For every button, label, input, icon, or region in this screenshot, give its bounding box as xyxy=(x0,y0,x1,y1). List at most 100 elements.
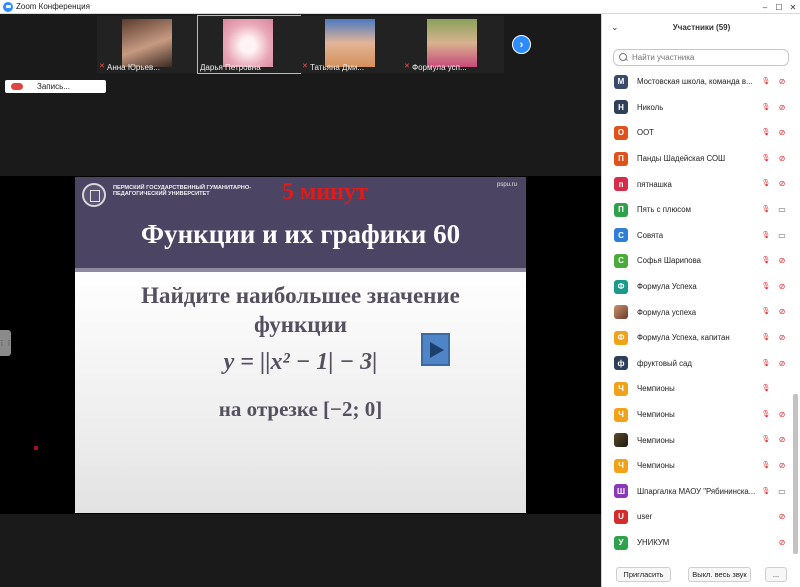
participant-row[interactable]: Ч Чемпионы 🎙 ⊘ xyxy=(602,453,793,479)
camera-off-icon[interactable]: ⊘ xyxy=(777,333,787,342)
maximize-button[interactable]: ☐ xyxy=(772,0,786,14)
camera-off-icon[interactable]: ⊘ xyxy=(777,179,787,188)
camera-off-icon[interactable]: ⊘ xyxy=(777,307,787,316)
window-title: Zoom Конференция xyxy=(16,2,90,11)
camera-off-icon[interactable]: ⊘ xyxy=(777,512,787,521)
mic-muted-icon[interactable]: 🎙 xyxy=(761,77,771,86)
camera-off-icon[interactable]: ⊘ xyxy=(777,282,787,291)
chevron-right-icon[interactable]: › xyxy=(512,35,531,54)
camera-off-icon[interactable]: ⊘ xyxy=(777,538,787,547)
participant-name: Шпаргалка МАОУ "Рябининска... xyxy=(637,486,756,496)
participant-name: Формула успеха xyxy=(637,307,697,317)
video-thumbnail-active[interactable]: Дарья Петровна xyxy=(197,15,301,74)
participant-row[interactable]: Uuser ⊘ xyxy=(602,504,793,530)
mic-muted-icon[interactable]: 🎙 xyxy=(761,154,771,163)
participant-name: Чемпионы xyxy=(637,410,675,420)
mic-muted-icon: ✕ xyxy=(99,63,105,70)
participant-avatar: М xyxy=(614,74,628,89)
mic-muted-icon[interactable]: 🎙 xyxy=(761,307,771,316)
participant-row[interactable]: У УНИКУМ ⊘ xyxy=(602,530,793,556)
participant-row[interactable]: П Пять с плюсом 🎙 ▭ xyxy=(602,197,793,223)
list-scrollbar[interactable] xyxy=(793,394,798,554)
mic-muted-icon[interactable]: 🎙 xyxy=(761,282,771,291)
participant-row[interactable]: П Панды Шадейская СОШ 🎙 ⊘ xyxy=(602,146,793,172)
participant-row[interactable]: Ф Формула Успеха, капитан 🎙 ⊘ xyxy=(602,325,793,351)
mic-muted-icon[interactable]: 🎙 xyxy=(761,205,771,214)
participant-row[interactable]: Ч Чемпионы 🎙 xyxy=(602,376,793,402)
slide-site: pspu.ru xyxy=(497,182,518,188)
cursor-mark xyxy=(34,446,38,450)
participant-row[interactable]: Ф Формула Успеха 🎙 ⊘ xyxy=(602,274,793,300)
participant-name: Мостовская школа, команда в... xyxy=(637,77,753,87)
participant-row[interactable]: п пятнашка 🎙 ⊘ xyxy=(602,171,793,197)
participant-name: Чемпионы xyxy=(637,435,675,445)
mic-muted-icon[interactable]: 🎙 xyxy=(761,333,771,342)
camera-off-icon[interactable]: ⊘ xyxy=(777,128,787,137)
meeting-stage: ✕ Анна Юрьев... Дарья Петровна ✕ Татьяна… xyxy=(0,14,601,587)
camera-off-icon[interactable]: ⊘ xyxy=(777,410,787,419)
thumbnail-name: Дарья Петровна xyxy=(200,62,261,72)
camera-icon[interactable]: ▭ xyxy=(777,231,787,240)
title-bar: Zoom Конференция – ☐ ✕ xyxy=(0,0,800,14)
participant-name: Софья Шарипова xyxy=(637,256,701,266)
camera-off-icon[interactable]: ⊘ xyxy=(777,461,787,470)
camera-icon[interactable]: ▭ xyxy=(777,487,787,496)
thumbnail-label: ✕ Формула усп... xyxy=(404,62,502,72)
video-thumbnail[interactable]: ✕ Татьяна Дми... xyxy=(300,16,402,73)
camera-off-icon[interactable]: ⊘ xyxy=(777,359,787,368)
participant-name: Николь xyxy=(637,102,664,112)
video-thumbnail[interactable]: ✕ Анна Юрьев... xyxy=(97,16,199,73)
participant-search[interactable] xyxy=(613,49,789,66)
participant-avatar: Ф xyxy=(614,330,628,345)
participant-list[interactable]: М Мостовская школа, команда в... 🎙 ⊘ Н Николь… xyxy=(602,69,793,557)
close-button[interactable]: ✕ xyxy=(786,0,800,14)
mute-all-button[interactable]: Выкл. весь звук xyxy=(688,567,751,582)
camera-off-icon[interactable]: ⊘ xyxy=(777,154,787,163)
mic-muted-icon[interactable]: 🎙 xyxy=(761,410,771,419)
participant-row[interactable]: М Мостовская школа, команда в... 🎙 ⊘ xyxy=(602,69,793,95)
mic-muted-icon[interactable]: 🎙 xyxy=(761,359,771,368)
participant-row[interactable]: С Совята 🎙 ▭ xyxy=(602,223,793,249)
more-button[interactable]: ... xyxy=(765,567,787,582)
mic-muted-icon[interactable]: 🎙 xyxy=(761,487,771,496)
university-logo-icon xyxy=(82,183,106,207)
participant-row[interactable]: Ш Шпаргалка МАОУ "Рябининска... 🎙 ▭ xyxy=(602,479,793,505)
mic-muted-icon[interactable]: 🎙 xyxy=(761,128,771,137)
invite-button[interactable]: Пригласить xyxy=(616,567,671,582)
slide-title: Функции и их графики 60 xyxy=(140,219,461,249)
mic-muted-icon[interactable]: 🎙 xyxy=(761,231,771,240)
mic-muted-icon[interactable]: 🎙 xyxy=(761,384,771,393)
slide-body: Найдите наибольшее значение функции y = … xyxy=(75,272,526,513)
mic-muted-icon[interactable]: 🎙 xyxy=(761,179,771,188)
participant-avatar: Ч xyxy=(614,381,628,396)
participant-row[interactable]: С Софья Шарипова 🎙 ⊘ xyxy=(602,248,793,274)
task-line-1: Найдите наибольшее значение xyxy=(141,283,460,308)
mic-muted-icon[interactable]: 🎙 xyxy=(761,461,771,470)
camera-off-icon[interactable]: ⊘ xyxy=(777,103,787,112)
minimize-button[interactable]: – xyxy=(758,0,772,14)
participant-row[interactable]: Н Николь 🎙 ⊘ xyxy=(602,95,793,121)
participant-video xyxy=(427,19,477,67)
zoom-window: Zoom Конференция – ☐ ✕ ✕ Анна Юрьев... Д… xyxy=(0,0,800,587)
mic-muted-icon[interactable]: 🎙 xyxy=(761,256,771,265)
mic-muted-icon[interactable]: 🎙 xyxy=(761,103,771,112)
panel-footer: Пригласить Выкл. весь звук ... xyxy=(602,563,800,587)
participant-row[interactable]: О ООТ 🎙 ⊘ xyxy=(602,120,793,146)
panel-handle[interactable]: ⋮⋮ xyxy=(0,330,13,356)
presentation-slide: Пермский государственный гуманитарно-пед… xyxy=(75,177,526,513)
camera-icon[interactable]: ▭ xyxy=(777,205,787,214)
mic-muted-icon[interactable]: 🎙 xyxy=(761,435,771,444)
camera-off-icon[interactable]: ⊘ xyxy=(777,77,787,86)
camera-off-icon[interactable]: ⊘ xyxy=(777,256,787,265)
camera-off-icon[interactable]: ⊘ xyxy=(777,435,787,444)
participant-name: Чемпионы xyxy=(637,461,675,471)
participant-row[interactable]: Формула успеха 🎙 ⊘ xyxy=(602,299,793,325)
recording-indicator[interactable]: Запись... xyxy=(5,80,106,93)
video-thumbnail[interactable]: ✕ Формула усп... xyxy=(402,16,504,73)
task-line-2: функции xyxy=(253,312,348,337)
participant-row[interactable]: Чемпионы 🎙 ⊘ xyxy=(602,427,793,453)
search-input[interactable] xyxy=(632,53,782,62)
participant-row[interactable]: Ч Чемпионы 🎙 ⊘ xyxy=(602,402,793,428)
slide-next-arrow-icon[interactable] xyxy=(421,333,450,366)
participant-row[interactable]: ф фруктовый сад 🎙 ⊘ xyxy=(602,351,793,377)
